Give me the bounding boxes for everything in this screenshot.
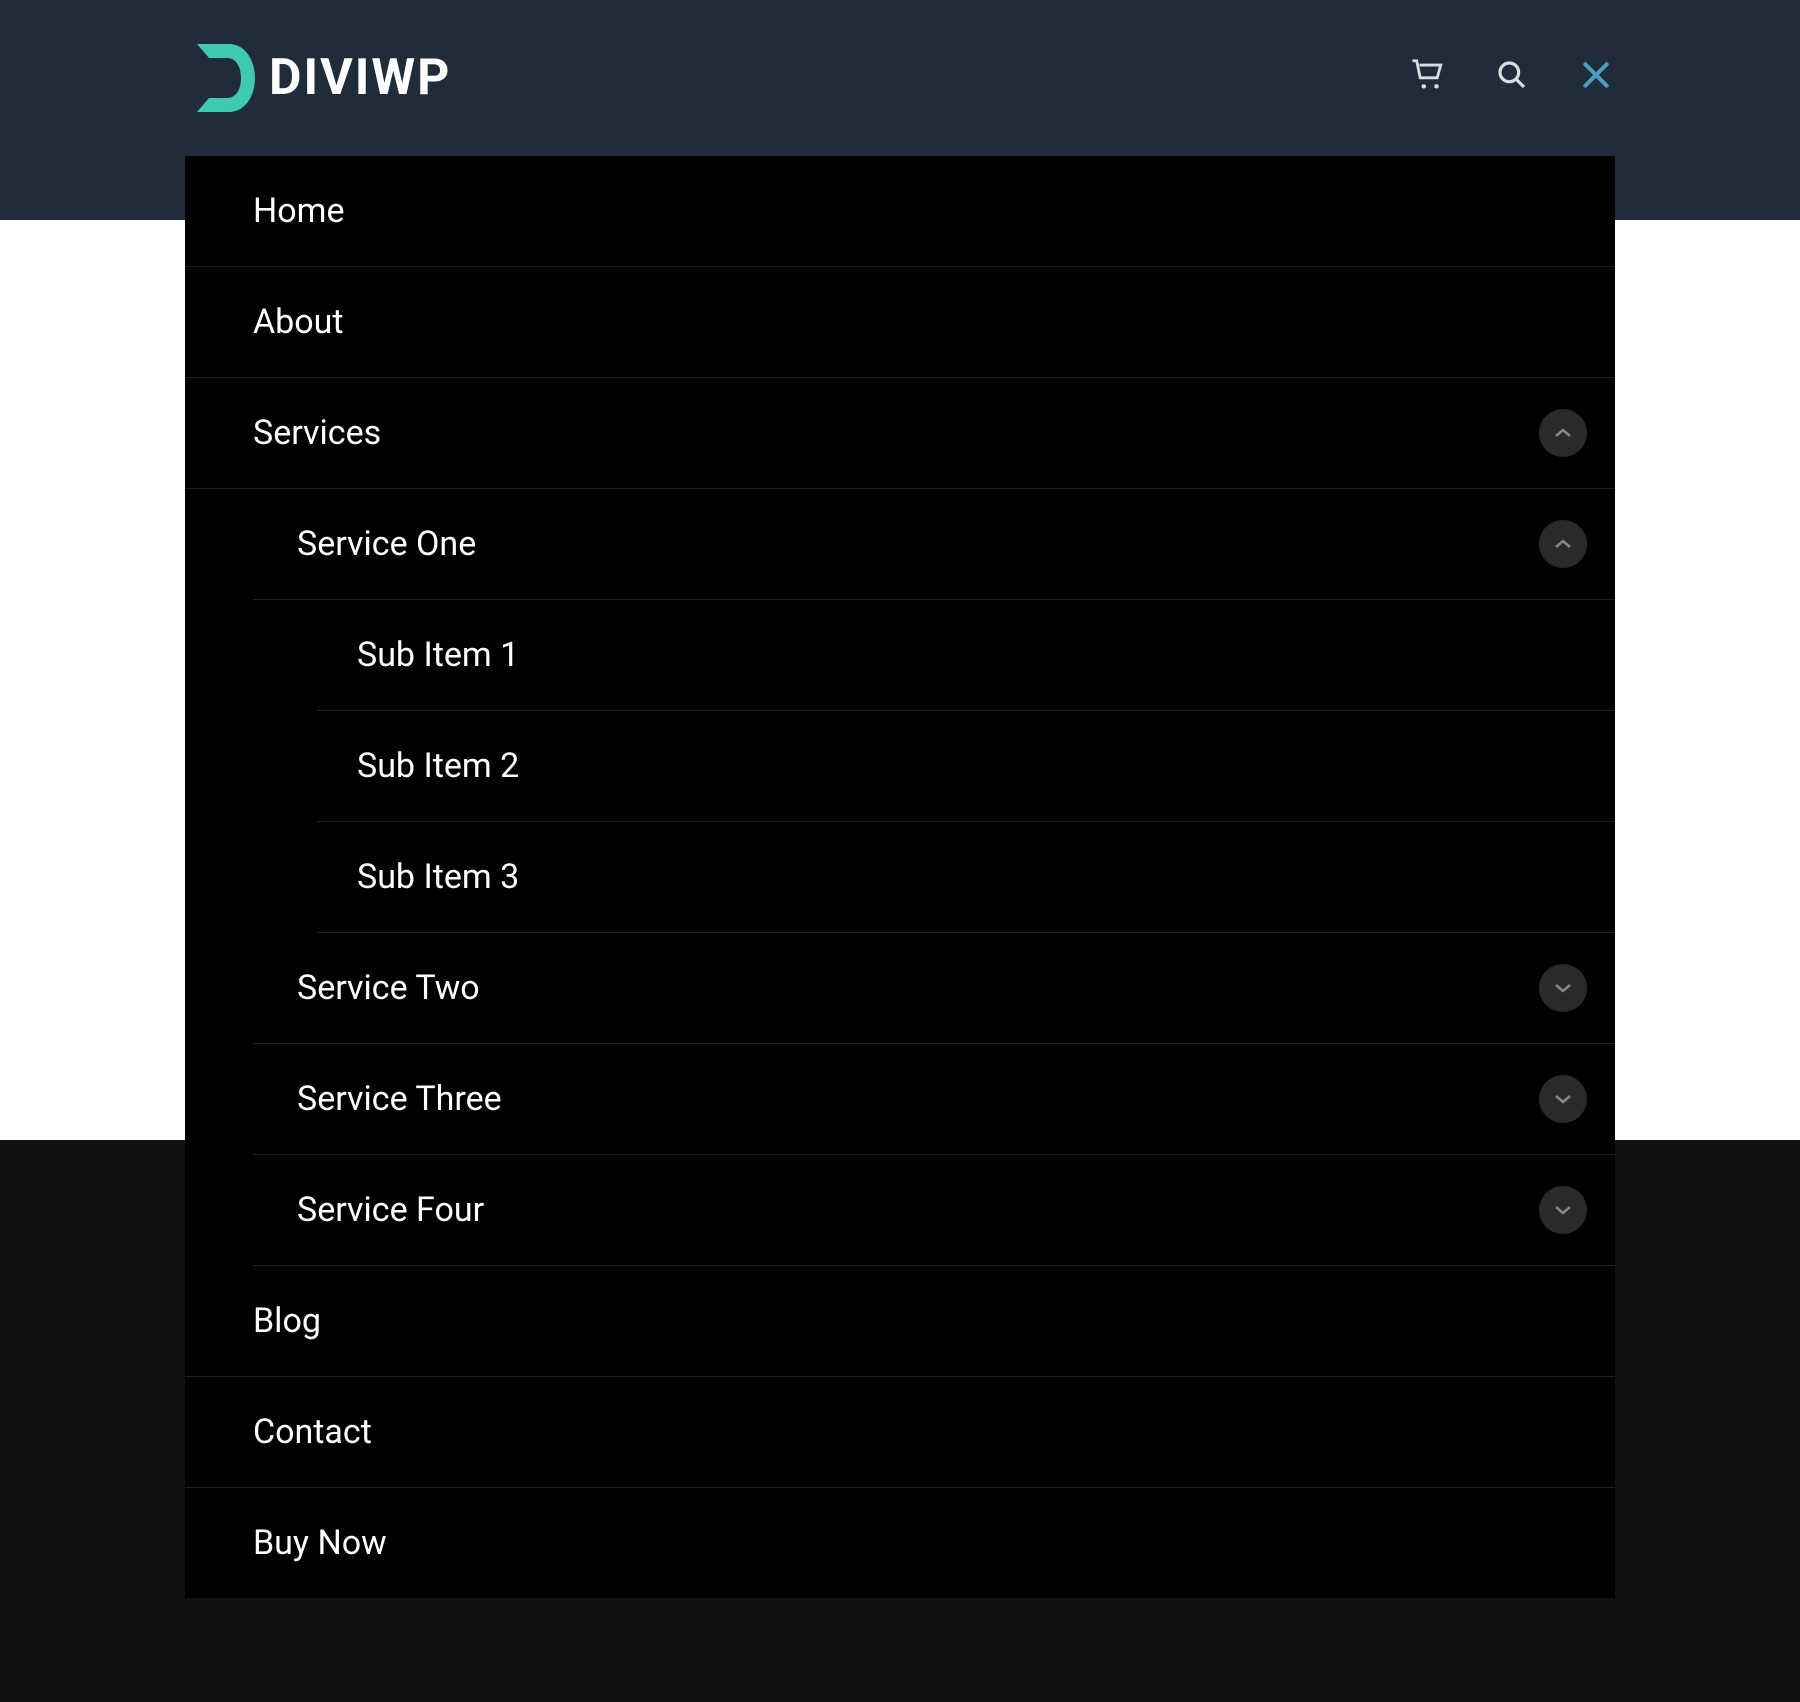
- chevron-down-icon: [1554, 982, 1572, 994]
- nav-label: Service Three: [253, 1044, 502, 1154]
- expand-toggle[interactable]: [1539, 1075, 1587, 1123]
- nav-label: Service Four: [253, 1155, 484, 1265]
- nav-item-sub-3[interactable]: Sub Item 3: [317, 822, 1615, 933]
- nav-item-about[interactable]: About: [185, 267, 1615, 378]
- nav-item-service-two[interactable]: Service Two: [253, 933, 1615, 1044]
- expand-toggle[interactable]: [1539, 964, 1587, 1012]
- nav-item-sub-1[interactable]: Sub Item 1: [317, 600, 1615, 711]
- logo-mark-icon: [195, 42, 257, 114]
- nav-item-contact[interactable]: Contact: [185, 1377, 1615, 1488]
- nav-item-sub-2[interactable]: Sub Item 2: [317, 711, 1615, 822]
- expand-toggle[interactable]: [1539, 1186, 1587, 1234]
- nav-item-services[interactable]: Services: [185, 378, 1615, 489]
- nav-label: Service Two: [253, 933, 480, 1043]
- logo-text: DIVIWP: [269, 49, 451, 107]
- site-logo[interactable]: DIVIWP: [195, 42, 451, 114]
- mobile-menu-panel: Home About Services Service One Sub Item…: [185, 156, 1615, 1598]
- nav-label: Sub Item 3: [317, 822, 519, 932]
- collapse-toggle[interactable]: [1539, 520, 1587, 568]
- nav-item-home[interactable]: Home: [185, 156, 1615, 267]
- header-actions: [1409, 42, 1615, 94]
- cart-icon[interactable]: [1409, 56, 1447, 94]
- nav-item-service-four[interactable]: Service Four: [253, 1155, 1615, 1266]
- nav-item-service-three[interactable]: Service Three: [253, 1044, 1615, 1155]
- nav-label: Sub Item 2: [317, 711, 519, 821]
- nav-label: Home: [185, 156, 345, 266]
- close-icon[interactable]: [1577, 56, 1615, 94]
- nav-label: Services: [185, 378, 381, 488]
- chevron-down-icon: [1554, 1204, 1572, 1216]
- chevron-up-icon: [1554, 427, 1572, 439]
- chevron-down-icon: [1554, 1093, 1572, 1105]
- nav-item-blog[interactable]: Blog: [185, 1266, 1615, 1377]
- nav-label: Service One: [253, 489, 476, 599]
- nav-label: About: [185, 267, 344, 377]
- nav-label: Blog: [185, 1266, 321, 1376]
- search-icon[interactable]: [1493, 56, 1531, 94]
- nav-label: Sub Item 1: [317, 600, 519, 710]
- chevron-up-icon: [1554, 538, 1572, 550]
- nav-label: Buy Now: [185, 1488, 387, 1598]
- nav-item-buy-now[interactable]: Buy Now: [185, 1488, 1615, 1598]
- collapse-toggle[interactable]: [1539, 409, 1587, 457]
- nav-label: Contact: [185, 1377, 372, 1487]
- nav-item-service-one[interactable]: Service One: [253, 489, 1615, 600]
